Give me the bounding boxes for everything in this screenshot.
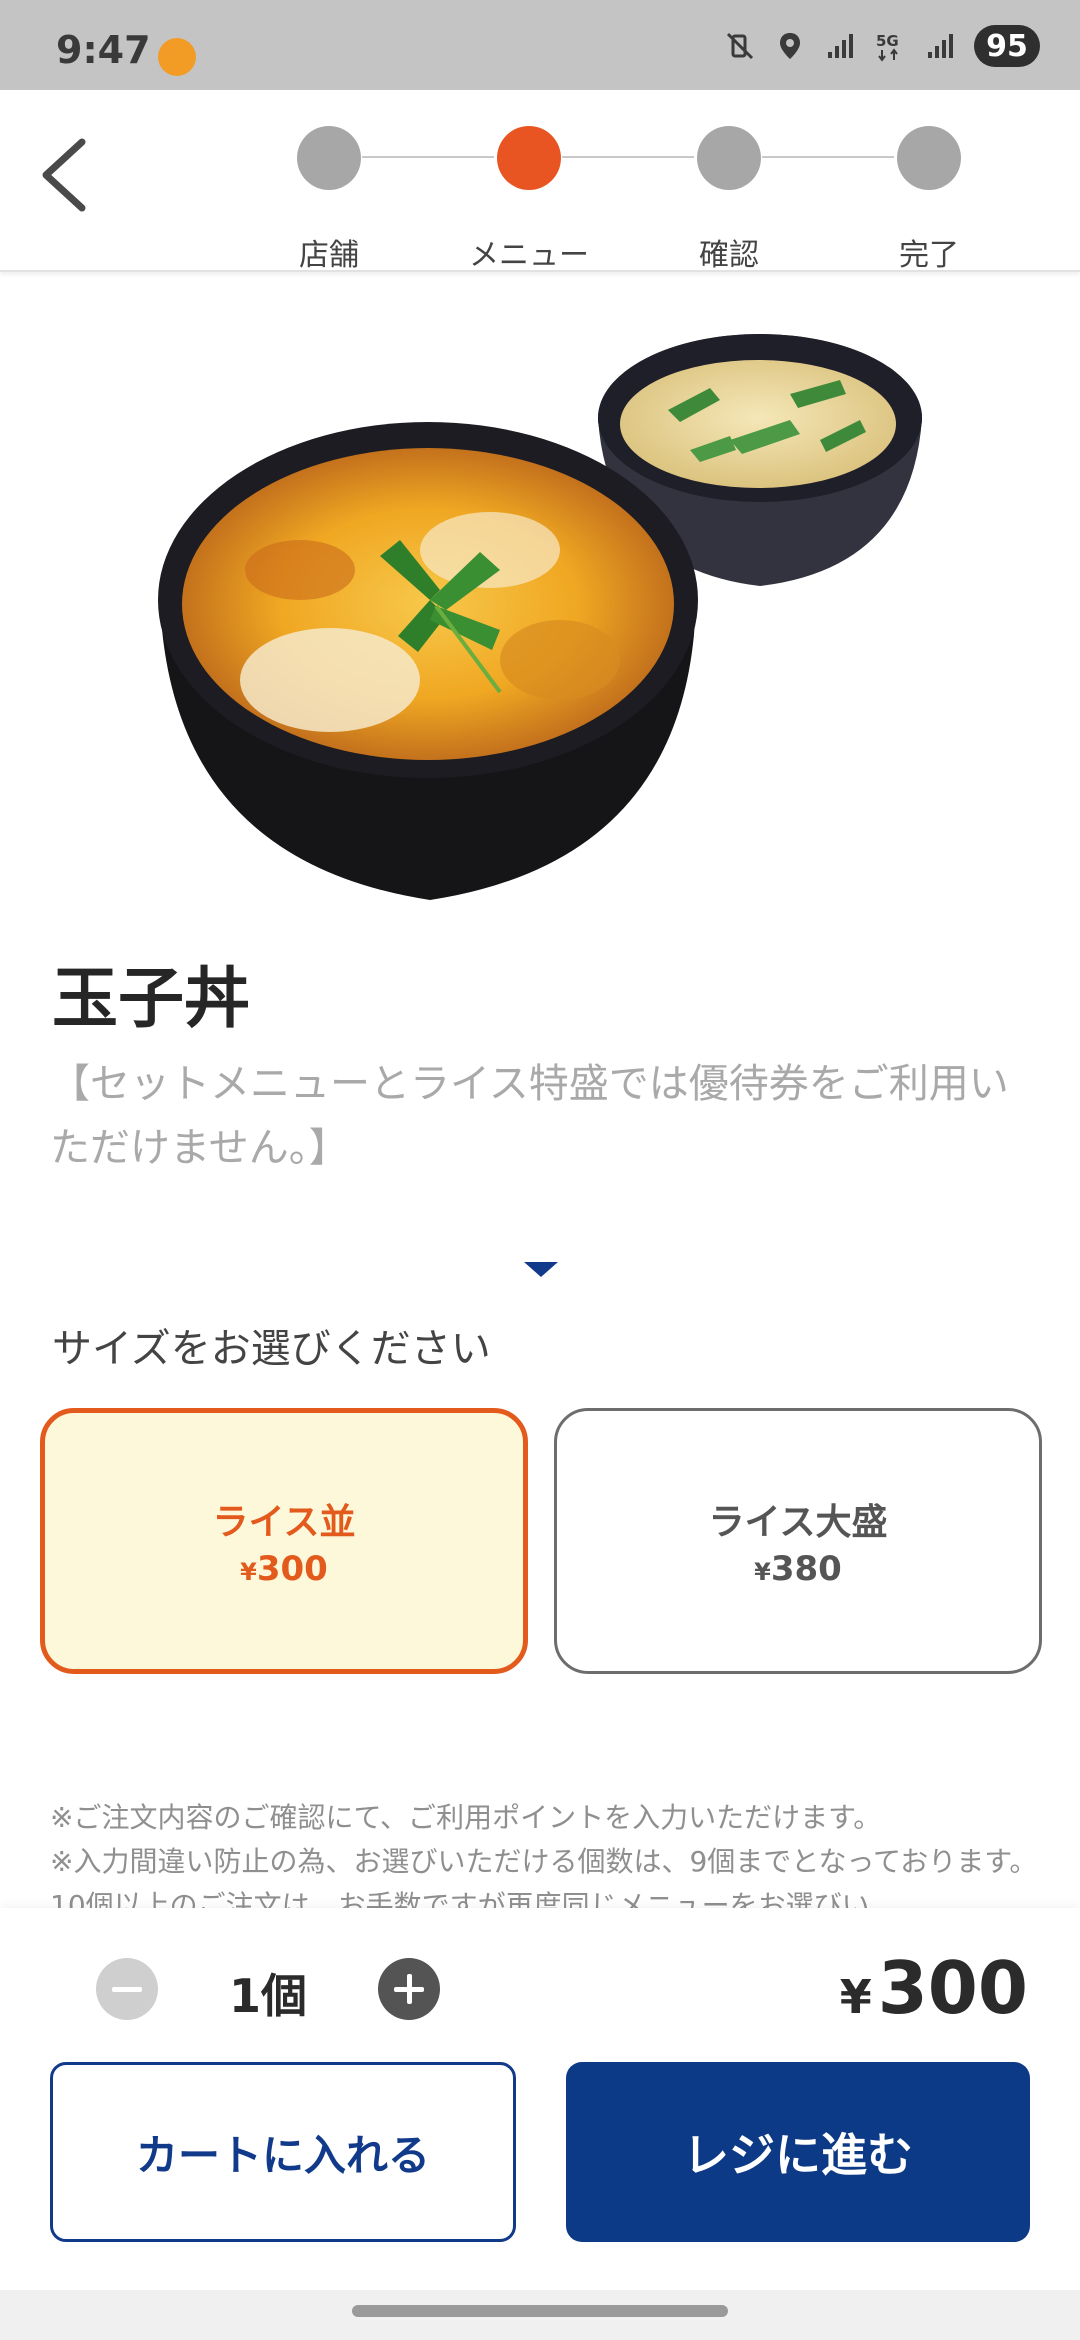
signal-icon bbox=[828, 34, 853, 58]
5g-icon: 5G bbox=[876, 32, 899, 62]
size-option-large[interactable]: ライス大盛 ¥380 bbox=[554, 1408, 1042, 1674]
scroll-down-caret-icon bbox=[524, 1262, 558, 1277]
quantity-value: 1個 bbox=[228, 1969, 307, 2023]
status-icons: 5G 95 bbox=[724, 25, 1040, 67]
step-connector bbox=[362, 156, 494, 158]
back-icon[interactable] bbox=[30, 130, 100, 220]
step-dot-complete bbox=[897, 126, 961, 190]
product-description: 【セットメニューとライス特盛では優待券をご利用いただけません。】 bbox=[50, 1061, 1009, 1171]
size-option-regular[interactable]: ライス並 ¥300 bbox=[40, 1408, 528, 1674]
step-dot-menu bbox=[497, 126, 561, 190]
product-image bbox=[158, 334, 922, 900]
signal-icon bbox=[928, 34, 953, 58]
size-option-price-value: 300 bbox=[256, 1549, 328, 1589]
step-connector bbox=[562, 156, 694, 158]
5g-text: 5G bbox=[876, 32, 899, 50]
home-gesture-handle[interactable] bbox=[352, 2305, 728, 2317]
size-option-label: ライス大盛 bbox=[708, 1502, 888, 1543]
order-total: ¥300 bbox=[840, 1946, 1028, 2030]
step-label-complete: 完了 bbox=[899, 238, 959, 273]
size-option-price: ¥300 bbox=[240, 1549, 328, 1589]
yen-symbol: ¥ bbox=[839, 1970, 872, 2024]
app-notification-icon bbox=[158, 38, 196, 76]
step-label-store: 店舗 bbox=[299, 238, 359, 273]
header: 店舗 メニュー 確認 完了 bbox=[0, 90, 1080, 273]
status-time: 9:47 bbox=[56, 28, 151, 72]
step-label-menu: メニュー bbox=[469, 238, 589, 273]
location-icon bbox=[780, 33, 800, 59]
size-option-price-value: 380 bbox=[770, 1549, 842, 1589]
step-dot-confirm bbox=[697, 126, 761, 190]
size-option-price: ¥380 bbox=[754, 1549, 842, 1589]
quantity-decrease-button[interactable] bbox=[96, 1958, 158, 2020]
size-option-label: ライス並 bbox=[212, 1502, 356, 1543]
step-label-confirm: 確認 bbox=[699, 238, 759, 273]
quantity-increase-button[interactable] bbox=[378, 1958, 440, 2020]
status-bar: 9:47 5G 95 bbox=[0, 0, 1080, 90]
step-dot-store bbox=[297, 126, 361, 190]
yen-symbol: ¥ bbox=[240, 1558, 257, 1586]
add-to-cart-button[interactable]: カートに入れる bbox=[50, 2062, 516, 2242]
battery-indicator: 95 bbox=[974, 25, 1040, 67]
checkout-button[interactable]: レジに進む bbox=[566, 2062, 1030, 2242]
size-prompt: サイズをお選びください bbox=[52, 1326, 491, 1372]
order-panel: 1個 ¥300 カートに入れる レジに進む bbox=[0, 1908, 1080, 2298]
step-connector bbox=[762, 156, 894, 158]
mute-vibrate-icon bbox=[726, 32, 754, 60]
yen-symbol: ¥ bbox=[754, 1558, 771, 1586]
product-title: 玉子丼 bbox=[52, 960, 250, 1037]
order-total-value: 300 bbox=[877, 1946, 1028, 2030]
note-points: ※ご注文内容のご確認にて、ご利用ポイントを入力いただけます。 bbox=[50, 1801, 882, 1834]
